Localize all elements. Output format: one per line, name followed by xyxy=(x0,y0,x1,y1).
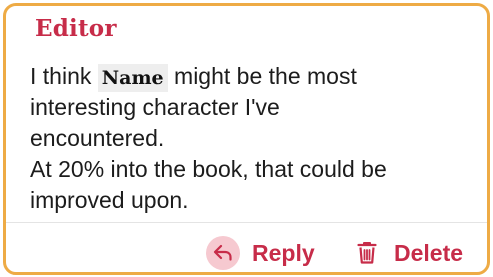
reply-button[interactable]: Reply xyxy=(206,234,315,272)
comment-timestamp xyxy=(356,16,456,24)
reply-arrow-icon xyxy=(206,236,240,270)
comment-card: Editor I think Name might be the most in… xyxy=(3,3,490,275)
comment-body: I think Name might be the most interesti… xyxy=(30,61,480,216)
trash-icon xyxy=(356,240,378,266)
actions-divider xyxy=(6,222,487,223)
delete-label: Delete xyxy=(394,239,464,266)
reply-label: Reply xyxy=(252,239,315,266)
comment-text-before: I think xyxy=(30,63,98,89)
comment-text-line3: encountered. xyxy=(30,125,165,151)
name-placeholder-chip: Name xyxy=(97,64,168,92)
comment-text-line2: interesting character I've xyxy=(30,94,280,120)
comment-text-line4: At 20% into the book, that could be xyxy=(30,156,387,182)
delete-button[interactable]: Delete xyxy=(356,234,463,272)
comment-text-line5: improved upon. xyxy=(30,187,189,213)
comment-author: Editor xyxy=(35,15,117,42)
comment-text-line1-after: might be the most xyxy=(167,63,357,89)
